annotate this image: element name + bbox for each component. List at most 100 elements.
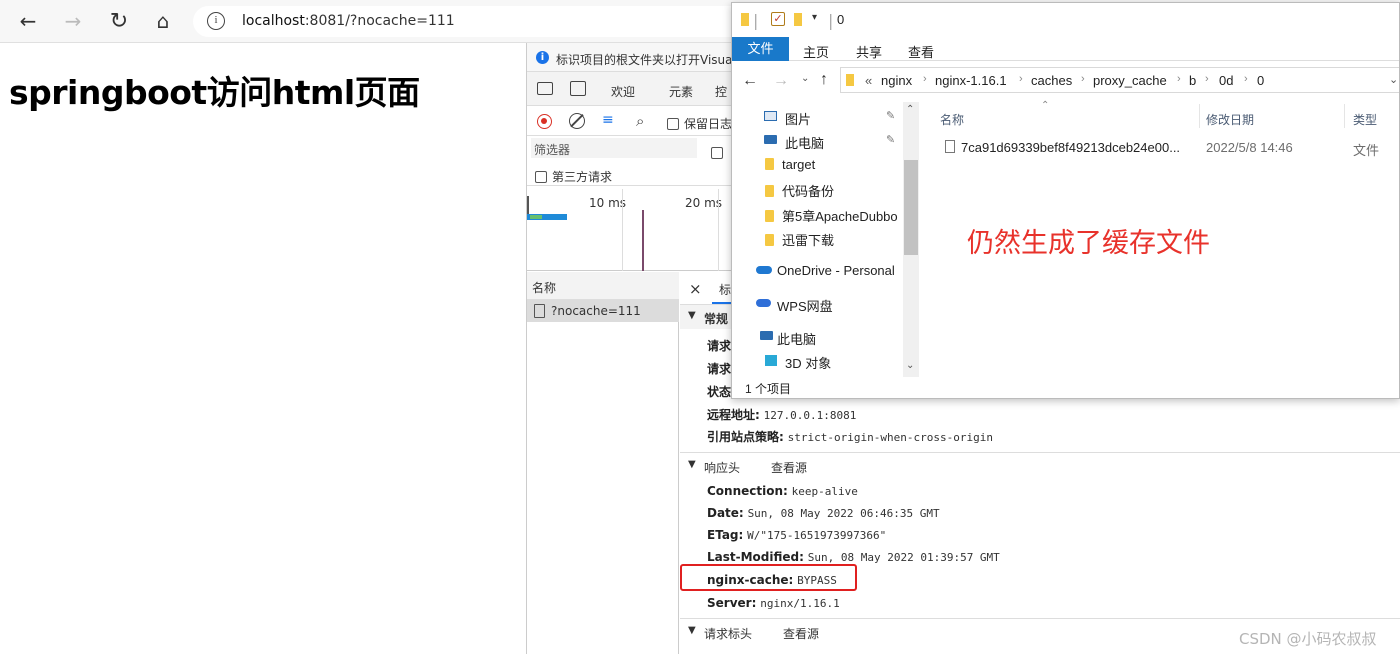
close-detail-button[interactable]: × xyxy=(689,280,702,298)
scroll-down-icon[interactable]: ⌄ xyxy=(906,360,914,371)
recent-locations-button[interactable]: ⌄ xyxy=(801,73,809,84)
ribbon-tab-share[interactable]: 共享 xyxy=(856,42,882,61)
3d-objects-icon xyxy=(765,355,777,366)
view-source-link[interactable]: 查看源 xyxy=(771,459,807,476)
timeline-bar-segment xyxy=(530,215,542,219)
notice-text: 标识项目的根文件夹以打开Visua xyxy=(556,53,733,67)
tab-elements[interactable]: 元素 xyxy=(669,83,693,100)
timeline-gridline xyxy=(718,189,719,271)
explorer-breadcrumb[interactable]: « nginx › nginx-1.16.1 › caches › proxy_… xyxy=(840,67,1399,93)
info-circle-icon: i xyxy=(536,51,549,64)
back-button[interactable]: ← xyxy=(15,8,41,34)
breadcrumb-0d[interactable]: 0d xyxy=(1219,73,1233,88)
column-header-date[interactable]: 修改日期 xyxy=(1206,111,1254,128)
response-headers-section-header[interactable]: ▼ 响应头 查看源 xyxy=(680,454,1400,478)
chevron-right-icon: › xyxy=(923,73,927,85)
watermark: CSDN @小码农叔叔 xyxy=(1239,630,1377,648)
filter-placeholder: 筛选器 xyxy=(534,143,571,157)
search-icon[interactable]: ⌕ xyxy=(636,112,644,130)
file-icon xyxy=(945,140,955,153)
checkbox-icon xyxy=(535,171,547,183)
new-folder-icon[interactable] xyxy=(794,13,802,26)
nav-item-this-pc-pinned[interactable]: 此电脑 xyxy=(764,133,824,152)
column-header-name[interactable]: 名称 xyxy=(940,111,964,128)
breadcrumb-caches[interactable]: caches xyxy=(1031,73,1072,88)
breadcrumb-nginx[interactable]: nginx xyxy=(881,73,912,88)
nav-item-this-pc[interactable]: 此电脑 xyxy=(760,329,816,348)
nav-item-wps-cloud[interactable]: WPS网盘 xyxy=(756,296,833,315)
nav-item-pictures[interactable]: 图片 xyxy=(764,109,811,128)
timeline-marker xyxy=(527,196,529,214)
record-button[interactable] xyxy=(537,114,552,129)
response-headers-title: 响应头 xyxy=(704,461,741,475)
nav-item-onedrive[interactable]: OneDrive - Personal xyxy=(756,263,895,278)
inspect-element-icon[interactable] xyxy=(537,82,553,95)
scroll-up-icon[interactable]: ⌃ xyxy=(906,104,914,115)
breadcrumb-overflow[interactable]: « xyxy=(865,73,872,88)
separator: | xyxy=(753,11,759,30)
view-source-link[interactable]: 查看源 xyxy=(783,625,819,642)
file-row[interactable]: 7ca91d69339bef8f49213dceb24e00... 2022/5… xyxy=(931,135,1399,159)
request-row[interactable]: ?nocache=111 xyxy=(527,300,679,322)
breadcrumb-nginx-version[interactable]: nginx-1.16.1 xyxy=(935,73,1007,88)
address-bar[interactable]: i localhost:8081/?nocache=111 xyxy=(193,6,753,37)
nav-item-thunder-downloads[interactable]: 迅雷下载 xyxy=(765,230,834,249)
breadcrumb-proxy-cache[interactable]: proxy_cache xyxy=(1093,73,1167,88)
site-info-icon[interactable]: i xyxy=(207,12,225,30)
collapse-triangle-icon: ▼ xyxy=(688,625,696,636)
forward-button[interactable]: → xyxy=(60,8,86,34)
home-icon: ⌂ xyxy=(156,9,170,33)
explorer-forward-button[interactable]: → xyxy=(773,72,789,90)
breadcrumb-b[interactable]: b xyxy=(1189,73,1196,88)
up-button[interactable]: ↑ xyxy=(820,71,828,89)
name-column-header[interactable]: 名称 xyxy=(532,279,556,296)
clear-button[interactable] xyxy=(569,113,585,129)
separator: | xyxy=(828,11,834,30)
column-header-type[interactable]: 类型 xyxy=(1353,111,1377,128)
filter-input[interactable]: 筛选器 xyxy=(531,138,697,158)
filter-icon[interactable]: ≡ xyxy=(602,113,614,127)
chevron-right-icon: › xyxy=(1019,73,1023,85)
general-row-status: 状态 xyxy=(707,385,732,399)
general-title: 常规 xyxy=(704,312,729,326)
quick-access-dropdown-icon[interactable]: ▾ xyxy=(812,12,817,23)
wps-cloud-icon xyxy=(756,299,771,307)
folder-icon xyxy=(765,234,774,246)
home-button[interactable]: ⌂ xyxy=(150,8,176,34)
window-title: 0 xyxy=(837,12,845,27)
header-row-connection: Connection: keep-alive xyxy=(707,484,858,498)
tab-console[interactable]: 控 xyxy=(715,83,727,100)
tab-welcome[interactable]: 欢迎 xyxy=(611,83,635,100)
device-toolbar-icon[interactable] xyxy=(570,81,586,96)
section-divider xyxy=(680,452,1400,453)
nav-item-code-backup[interactable]: 代码备份 xyxy=(765,181,834,200)
nav-item-chapter5[interactable]: 第5章ApacheDubbo xyxy=(765,206,898,225)
nav-item-target[interactable]: target xyxy=(765,157,815,172)
ribbon-tab-file[interactable]: 文件 xyxy=(732,37,789,61)
pin-icon: ✎ xyxy=(886,110,896,122)
ribbon-tab-home[interactable]: 主页 xyxy=(803,42,829,61)
explorer-back-button[interactable]: ← xyxy=(742,72,758,90)
preserve-log-checkbox[interactable]: 保留日志 xyxy=(667,115,732,132)
nav-item-3d-objects[interactable]: 3D 对象 xyxy=(765,353,831,372)
request-list-header: 名称 xyxy=(527,272,679,300)
record-icon xyxy=(541,118,547,124)
navigation-pane: 图片 ✎ 此电脑 ✎ target 代码备份 第5章ApacheDubbo 迅雷… xyxy=(732,100,918,377)
breadcrumb-0[interactable]: 0 xyxy=(1257,73,1264,88)
ribbon-tab-view[interactable]: 查看 xyxy=(908,42,934,61)
header-row-etag: ETag: W/"175-1651973997366" xyxy=(707,528,887,542)
url-text[interactable]: localhost:8081/?nocache=111 xyxy=(242,13,455,29)
clear-icon xyxy=(570,113,584,128)
timeline-tick-10ms: 10 ms xyxy=(589,196,627,210)
back-arrow-icon: ← xyxy=(19,9,37,33)
reload-button[interactable]: ↻ xyxy=(106,8,132,34)
header-row-date: Date: Sun, 08 May 2022 06:46:35 GMT xyxy=(707,506,940,520)
annotation-text: 仍然生成了缓存文件 xyxy=(967,228,1210,258)
invert-checkbox[interactable] xyxy=(711,142,728,161)
properties-icon[interactable]: ✓ xyxy=(771,12,785,26)
navigation-scrollbar[interactable]: ⌃ ⌄ xyxy=(903,102,919,377)
third-party-checkbox[interactable]: 第三方请求 xyxy=(535,168,612,185)
scrollbar-thumb[interactable] xyxy=(904,160,918,255)
tab-headers[interactable]: 标 xyxy=(719,281,731,298)
address-dropdown-icon[interactable]: ⌄ xyxy=(1389,73,1398,86)
